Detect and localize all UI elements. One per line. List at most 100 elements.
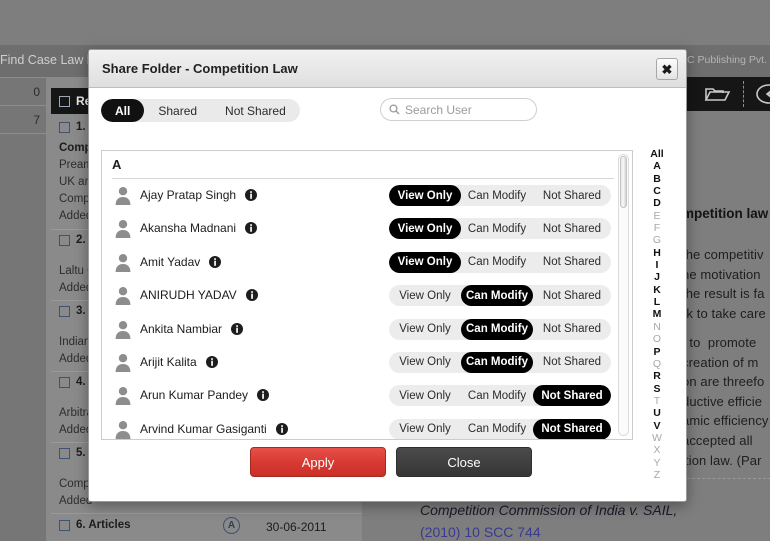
permission-view-button[interactable]: View Only — [389, 285, 461, 306]
info-icon[interactable] — [231, 322, 243, 334]
document-heading: mpetition law — [682, 206, 768, 221]
alpha-index-w[interactable]: W — [652, 432, 662, 444]
permission-modify-button[interactable]: Can Modify — [461, 319, 533, 340]
permission-modify-button[interactable]: Can Modify — [461, 385, 533, 406]
user-name: Amit Yadav — [140, 255, 200, 269]
dialog-body: AllSharedNot Shared A Ajay Pratap SinghV… — [89, 88, 686, 502]
permission-toggle-group: View OnlyCan ModifyNot Shared — [389, 385, 611, 406]
user-rows: Ajay Pratap SinghView OnlyCan ModifyNot … — [102, 179, 632, 439]
result-date: 30-06-2011 — [266, 520, 327, 534]
reply-icon[interactable] — [754, 83, 770, 105]
alpha-index-k[interactable]: K — [653, 284, 661, 296]
info-icon[interactable] — [245, 188, 257, 200]
search-user-box[interactable] — [380, 98, 537, 121]
permission-modify-button[interactable]: Can Modify — [461, 252, 533, 273]
alpha-index-o[interactable]: O — [653, 333, 661, 345]
search-input[interactable] — [405, 103, 530, 117]
permission-not-shared-button[interactable]: Not Shared — [533, 352, 611, 373]
alpha-index-all[interactable]: All — [650, 148, 663, 160]
info-icon[interactable] — [209, 255, 221, 267]
permission-modify-button[interactable]: Can Modify — [461, 218, 533, 239]
avatar-icon — [114, 219, 132, 238]
permission-view-button[interactable]: View Only — [389, 385, 461, 406]
alpha-index-j[interactable]: J — [654, 271, 660, 283]
alpha-index-t[interactable]: T — [654, 395, 660, 407]
alpha-index-i[interactable]: I — [656, 259, 659, 271]
permission-view-button[interactable]: View Only — [389, 319, 461, 340]
info-icon[interactable] — [206, 355, 218, 367]
user-list-frame: A Ajay Pratap SinghView OnlyCan ModifyNo… — [101, 150, 633, 440]
document-citation-link[interactable]: (2010) 10 SCC 744 — [420, 524, 541, 540]
avatar-icon — [114, 253, 132, 272]
document-citation-title: Competition Commission of India v. SAIL, — [420, 502, 677, 518]
avatar-icon — [114, 353, 132, 372]
scrollbar-thumb[interactable] — [620, 156, 627, 208]
alpha-index-c[interactable]: C — [653, 185, 661, 197]
permission-not-shared-button[interactable]: Not Shared — [533, 185, 611, 206]
permission-not-shared-button[interactable]: Not Shared — [533, 385, 611, 406]
alpha-index-f[interactable]: F — [654, 222, 660, 234]
alpha-index-b[interactable]: B — [653, 173, 661, 185]
permission-view-button[interactable]: View Only — [389, 252, 461, 273]
user-name: ANIRUDH YADAV — [140, 288, 237, 302]
permission-modify-button[interactable]: Can Modify — [461, 285, 533, 306]
filter-tab-shared[interactable]: Shared — [144, 99, 211, 122]
apply-button[interactable]: Apply — [250, 447, 386, 477]
permission-toggle-group: View OnlyCan ModifyNot Shared — [389, 285, 611, 306]
close-button[interactable]: Close — [396, 447, 532, 477]
alpha-index-e[interactable]: E — [653, 210, 660, 222]
alpha-index-l[interactable]: L — [654, 296, 660, 308]
permission-not-shared-button[interactable]: Not Shared — [533, 218, 611, 239]
user-row: ANIRUDH YADAV View OnlyCan ModifyNot Shar… — [102, 279, 632, 312]
alpha-index-d[interactable]: D — [653, 197, 661, 209]
permission-view-button[interactable]: View Only — [389, 185, 461, 206]
alphabet-index: AllABCDEFGHIJKLMNOPQRSTUVWXYZ — [637, 148, 677, 481]
share-folder-dialog: Share Folder - Competition Law ✖ AllShar… — [88, 49, 687, 502]
avatar-icon — [114, 286, 132, 305]
filter-tab-not-shared[interactable]: Not Shared — [211, 99, 300, 122]
alpha-index-n[interactable]: N — [653, 321, 661, 333]
permission-view-button[interactable]: View Only — [389, 419, 461, 440]
info-icon[interactable] — [246, 288, 258, 300]
permission-not-shared-button[interactable]: Not Shared — [533, 285, 611, 306]
share-filter-tabs: AllSharedNot Shared — [101, 99, 300, 122]
info-icon[interactable] — [257, 388, 269, 400]
user-list-scrollbar[interactable] — [618, 154, 629, 436]
folder-open-icon[interactable] — [702, 83, 732, 105]
permission-modify-button[interactable]: Can Modify — [461, 185, 533, 206]
info-icon[interactable] — [245, 221, 257, 233]
result-item-6: 6. Articles — [59, 519, 131, 531]
alpha-index-s[interactable]: S — [653, 383, 660, 395]
permission-view-button[interactable]: View Only — [389, 218, 461, 239]
permission-not-shared-button[interactable]: Not Shared — [533, 319, 611, 340]
alpha-index-m[interactable]: M — [653, 308, 662, 320]
permission-toggle-group: View OnlyCan ModifyNot Shared — [389, 218, 611, 239]
permission-not-shared-button[interactable]: Not Shared — [533, 252, 611, 273]
permission-toggle-group: View OnlyCan ModifyNot Shared — [389, 419, 611, 440]
alpha-index-q[interactable]: Q — [653, 358, 661, 370]
result-checkbox-icon — [59, 235, 70, 246]
dialog-footer: Apply Close — [89, 447, 686, 487]
rail-count-0: 0 — [33, 85, 40, 99]
result-checkbox-icon — [59, 122, 70, 133]
alpha-index-h[interactable]: H — [653, 247, 661, 259]
avatar-icon — [114, 386, 132, 405]
dialog-titlebar: Share Folder - Competition Law ✖ — [89, 50, 686, 88]
avatar-icon — [114, 320, 132, 339]
permission-modify-button[interactable]: Can Modify — [461, 352, 533, 373]
close-icon[interactable]: ✖ — [656, 58, 678, 80]
alpha-index-r[interactable]: R — [653, 370, 661, 382]
permission-view-button[interactable]: View Only — [389, 352, 461, 373]
alpha-index-u[interactable]: U — [653, 407, 661, 419]
permission-not-shared-button[interactable]: Not Shared — [533, 419, 611, 440]
permission-modify-button[interactable]: Can Modify — [461, 419, 533, 440]
user-name: Arun Kumar Pandey — [140, 388, 248, 402]
filter-tab-all[interactable]: All — [101, 99, 144, 122]
alpha-index-v[interactable]: V — [653, 420, 660, 432]
result-checkbox-icon — [59, 448, 70, 459]
permission-toggle-group: View OnlyCan ModifyNot Shared — [389, 252, 611, 273]
alpha-index-p[interactable]: P — [653, 346, 660, 358]
alpha-index-g[interactable]: G — [653, 234, 661, 246]
info-icon[interactable] — [276, 422, 288, 434]
alpha-index-a[interactable]: A — [653, 160, 661, 172]
